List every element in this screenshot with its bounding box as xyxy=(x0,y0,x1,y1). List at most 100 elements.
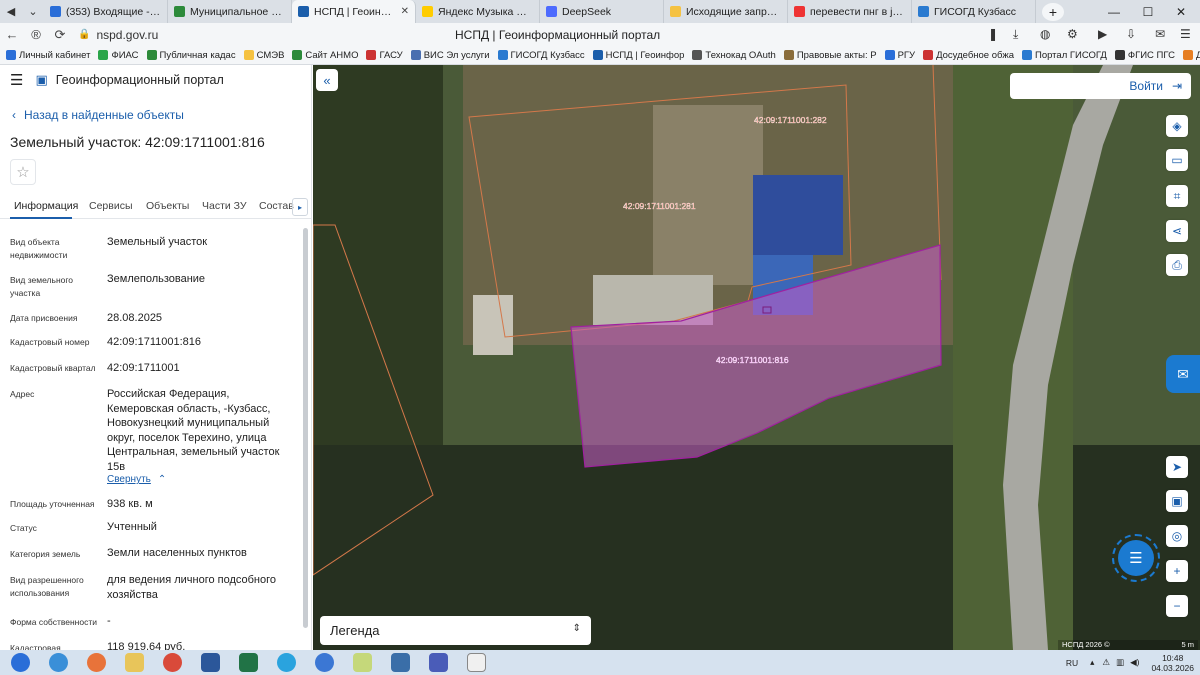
app-icon[interactable] xyxy=(384,651,416,674)
street-view-icon[interactable]: ◎ xyxy=(1166,525,1188,547)
close-tab-icon[interactable]: ✕ xyxy=(401,6,409,17)
bookmark-item[interactable]: РГУ xyxy=(884,50,915,61)
portal-header: ☰ ▣ Геоинформационный портал xyxy=(0,65,311,95)
explorer-icon[interactable] xyxy=(118,651,150,674)
parcel-label-282: 42:09:1711001:282 xyxy=(754,115,827,125)
share-icon[interactable]: ⋖ xyxy=(1166,220,1188,242)
collapse-panel-button[interactable]: « xyxy=(316,69,338,91)
favorite-star-icon[interactable]: ☆ xyxy=(10,159,36,185)
login-icon: ⇥ xyxy=(1171,79,1182,93)
language-indicator[interactable]: RU xyxy=(1066,658,1078,668)
start-button[interactable] xyxy=(4,651,36,674)
bookmark-item[interactable]: Технокад OAuth xyxy=(692,49,776,61)
bookmark-label: Технокад OAuth xyxy=(705,49,776,61)
refresh-button[interactable]: ⟳ xyxy=(48,23,72,46)
profile-icon[interactable]: ☰ xyxy=(1180,27,1191,41)
maximize-button[interactable]: ☐ xyxy=(1133,0,1163,23)
browser-tab[interactable]: DeepSeek xyxy=(540,0,664,23)
chrome-icon[interactable] xyxy=(156,651,188,674)
warning-icon[interactable]: ⚠ xyxy=(1102,657,1110,668)
bookmark-favicon-icon xyxy=(1114,50,1125,60)
zoom-in-button[interactable]: + xyxy=(1166,560,1188,582)
legend-dropdown[interactable]: Легенда ⇕ xyxy=(320,616,591,645)
word-icon[interactable] xyxy=(194,651,226,674)
browser-tab[interactable]: Яндекс Музыка — с xyxy=(416,0,540,23)
minimize-button[interactable]: — xyxy=(1099,0,1129,23)
yandex-shield-icon[interactable]: ◍ xyxy=(1040,27,1050,41)
tab-information[interactable]: Информация xyxy=(14,200,78,212)
bookmark-item[interactable]: ГИСОГД Кузбасс xyxy=(497,50,585,61)
tray-arrow-icon[interactable]: ▴ xyxy=(1090,657,1094,668)
close-window-button[interactable]: ✕ xyxy=(1166,0,1196,23)
bookmark-item[interactable]: Публичная кадас xyxy=(146,50,236,61)
bookmark-item[interactable]: НСПД | Геоинфор xyxy=(592,50,684,61)
bookmark-item[interactable]: Досудебное обжа xyxy=(923,50,1014,61)
telegram-icon[interactable] xyxy=(270,651,302,674)
volume-icon[interactable]: ◀) xyxy=(1130,657,1139,668)
tab-services[interactable]: Сервисы xyxy=(89,200,133,212)
bookmark-label: Правовые акты: Р xyxy=(796,49,877,61)
bookmark-item[interactable]: Сайт АНМО xyxy=(292,50,358,61)
bookmark-item[interactable]: ФГИС ПГС xyxy=(1114,50,1175,61)
bookmark-item[interactable]: Правовые акты: Р xyxy=(783,49,877,61)
back-nav-button[interactable]: ← xyxy=(0,23,24,46)
browser-tab[interactable]: Исходящие запросы xyxy=(664,0,788,23)
bookmark-item[interactable]: СМЭВ xyxy=(243,50,284,61)
bookmark-item[interactable]: Личный кабинет xyxy=(6,50,90,61)
tab-composition[interactable]: Состав xyxy=(259,200,294,212)
yandex-browser-icon[interactable] xyxy=(308,651,340,674)
locate-icon[interactable]: ➤ xyxy=(1166,456,1188,478)
download-icon[interactable]: ⤓ xyxy=(1013,27,1018,42)
assistant-chat-button[interactable]: ☰ xyxy=(1112,534,1160,582)
bookmark-item[interactable]: ФИАС xyxy=(98,50,139,61)
media-icon[interactable]: ▶ xyxy=(1098,27,1107,41)
minimap-icon[interactable]: ▣ xyxy=(1166,490,1188,512)
active-tab-indicator xyxy=(10,217,72,219)
media-player-icon[interactable] xyxy=(80,651,112,674)
network-icon[interactable]: ▥ xyxy=(1116,657,1124,668)
app-icon[interactable] xyxy=(422,651,454,674)
folder-icon[interactable] xyxy=(346,651,378,674)
feedback-chat-icon[interactable]: ✉ xyxy=(1166,355,1200,393)
bookmark-item[interactable]: ГАСУ xyxy=(366,49,403,61)
map-view[interactable]: 42:09:1711001:282 42:09:1711001:281 42:0… xyxy=(313,65,1200,650)
ie-icon[interactable] xyxy=(42,651,74,674)
browser-tab[interactable]: НСПД | Геоинформаци✕ xyxy=(292,0,416,23)
browser-tab[interactable]: перевести пнг в jpg — Ян xyxy=(788,0,912,23)
tab-parts[interactable]: Части ЗУ xyxy=(202,200,247,212)
select-area-icon[interactable]: ⌗ xyxy=(1166,185,1188,207)
tab-title: Исходящие запросы xyxy=(686,5,781,18)
app-icon[interactable] xyxy=(460,651,492,674)
field-label: Категория земель xyxy=(10,549,81,559)
extension-icon[interactable]: ⚙ xyxy=(1067,27,1078,41)
sound-icon[interactable]: ◀ xyxy=(0,0,22,23)
downloads-icon[interactable]: ⇩ xyxy=(1126,27,1136,41)
panel-scrollbar-thumb[interactable] xyxy=(303,228,308,628)
page-title: НСПД | Геоинформационный портал xyxy=(455,28,661,42)
new-tab-button[interactable]: + xyxy=(1042,2,1064,21)
url-field[interactable]: 🔒 nspd.gov.ru xyxy=(78,28,158,42)
browser-tab[interactable]: (353) Входящие - Почта M xyxy=(44,0,168,23)
print-icon[interactable]: ⎙ xyxy=(1166,254,1188,276)
collapse-address-link[interactable]: Свернуть ⌃ xyxy=(107,474,166,485)
bookmark-icon[interactable]: ❚ xyxy=(988,27,998,41)
bookmark-item[interactable]: Директум РХ xyxy=(1182,50,1200,61)
tab-objects[interactable]: Объекты xyxy=(146,200,189,212)
bookmark-item[interactable]: Портал ГИСОГД xyxy=(1021,50,1107,61)
bookmark-item[interactable]: ВИС Эл услуги xyxy=(410,50,490,61)
browser-tab[interactable]: Муниципальное образов xyxy=(168,0,292,23)
menu-icon[interactable]: ☰ xyxy=(10,71,23,89)
bookmark-label: ГАСУ xyxy=(379,49,403,61)
notifications-icon[interactable]: ✉ xyxy=(1155,27,1165,41)
login-button[interactable]: Войти ⇥ xyxy=(1010,73,1191,99)
clock[interactable]: 10:48 04.03.2026 xyxy=(1151,653,1194,673)
yandex-icon[interactable]: ® xyxy=(24,23,48,46)
zoom-out-button[interactable]: − xyxy=(1166,595,1188,617)
tabs-next-button[interactable]: ▸ xyxy=(292,198,308,216)
ruler-icon[interactable]: ▭ xyxy=(1166,149,1188,171)
tab-list-chevron-icon[interactable]: ⌄ xyxy=(22,0,44,23)
excel-icon[interactable] xyxy=(232,651,264,674)
back-to-results-link[interactable]: ‹ Назад в найденные объекты xyxy=(12,108,184,122)
layers-icon[interactable]: ◈ xyxy=(1166,115,1188,137)
browser-tab[interactable]: ГИСОГД Кузбасс xyxy=(912,0,1036,23)
